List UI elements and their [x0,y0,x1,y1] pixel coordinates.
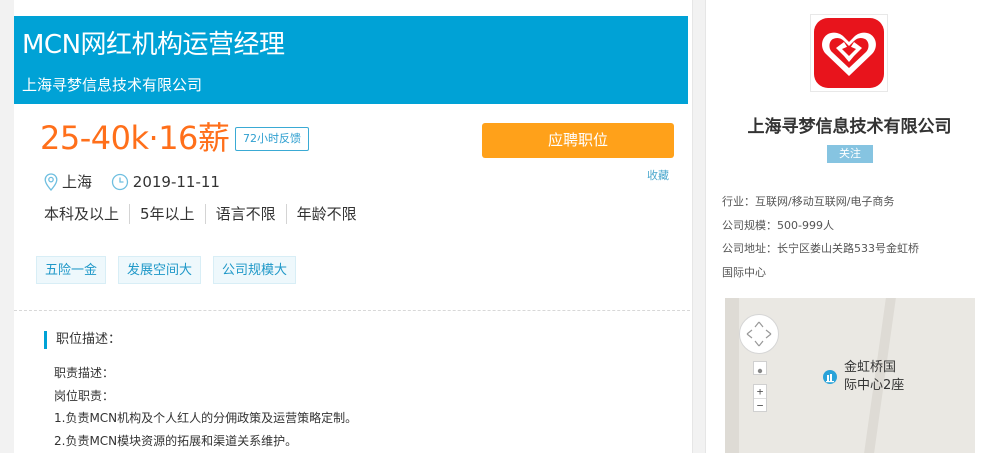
job-header: MCN网红机构运营经理 上海寻梦信息技术有限公司 [14,16,688,104]
zoom-in-button[interactable]: + [754,385,766,398]
building-icon[interactable] [823,370,837,384]
location-info: 上海 [44,171,92,193]
job-description: 职责描述： 岗位职责： 1.负责MCN机构及个人红人的分佣政策及运营策略定制。 … [54,362,357,452]
job-detail-card: MCN网红机构运营经理 上海寻梦信息技术有限公司 25-40k·16薪 72小时… [14,0,693,453]
tag-insurance: 五险一金 [36,256,107,284]
job-title: MCN网红机构运营经理 [22,30,285,60]
description-line: 职责描述： [54,366,115,380]
requirements: 本科及以上 5年以上 语言不限 年龄不限 [44,204,367,224]
sidebar-company-name[interactable]: 上海寻梦信息技术有限公司 [706,112,992,137]
map-zoom-control: + − [753,384,767,412]
company-sidebar: 上海寻梦信息技术有限公司 关注 行业：互联网/移动互联网/电子商务 公司规模：5… [705,0,992,453]
company-address: 公司地址：长宁区娄山关路533号金虹桥 [722,242,919,255]
company-logo[interactable] [810,14,888,92]
date-text: 2019-11-11 [132,173,220,191]
description-line: 岗位职责： [54,388,115,403]
location-text: 上海 [62,173,93,191]
salary: 25-40k·16薪 [40,119,230,157]
requirement-age: 年龄不限 [285,204,367,224]
clock-icon [111,173,128,191]
apply-button[interactable]: 应聘职位 [482,123,674,158]
requirement-experience: 5年以上 [129,204,205,224]
zoom-out-button[interactable]: − [754,398,766,412]
benefit-tags: 五险一金 发展空间大 公司规模大 [36,256,308,284]
company-address-cont: 国际中心 [722,265,766,279]
company-info: 行业：互联网/移动互联网/电子商务 公司规模：500-999人 公司地址：长宁区… [722,190,962,284]
poi-line: 际中心2座 [844,378,905,393]
map-road [725,298,739,453]
requirement-language: 语言不限 [204,204,286,224]
job-meta: 上海 2019-11-11 [44,171,234,193]
tag-company-size: 公司规模大 [213,256,297,284]
tag-growth: 发展空间大 [118,256,202,284]
follow-button[interactable]: 关注 [827,145,873,163]
map-locate-button[interactable] [753,361,767,375]
description-heading: 职位描述： [44,331,121,349]
requirement-education: 本科及以上 [44,205,120,223]
map-poi-label: 金虹桥国 际中心2座 [844,359,934,395]
description-line: 2.负责MCN模块资源的拓展和渠道关系维护。 [54,433,298,448]
company-industry: 行业：互联网/移动互联网/电子商务 [722,195,895,208]
company-logo-icon [814,18,884,88]
location-pin-icon [44,173,58,191]
company-link[interactable]: 上海寻梦信息技术有限公司 [22,75,202,95]
section-divider [14,310,690,311]
description-line: 1.负责MCN机构及个人红人的分佣政策及运营策略定制。 [54,411,358,425]
feedback-badge: 72小时反馈 [235,127,309,151]
favorite-link[interactable]: 收藏 [647,167,669,183]
poi-line: 金虹桥国 [844,360,897,375]
company-size: 公司规模：500-999人 [722,218,834,232]
map-pan-control[interactable] [739,314,779,354]
location-map[interactable]: + − 金虹桥国 际中心2座 [725,298,975,453]
date-info: 2019-11-11 [111,171,220,193]
